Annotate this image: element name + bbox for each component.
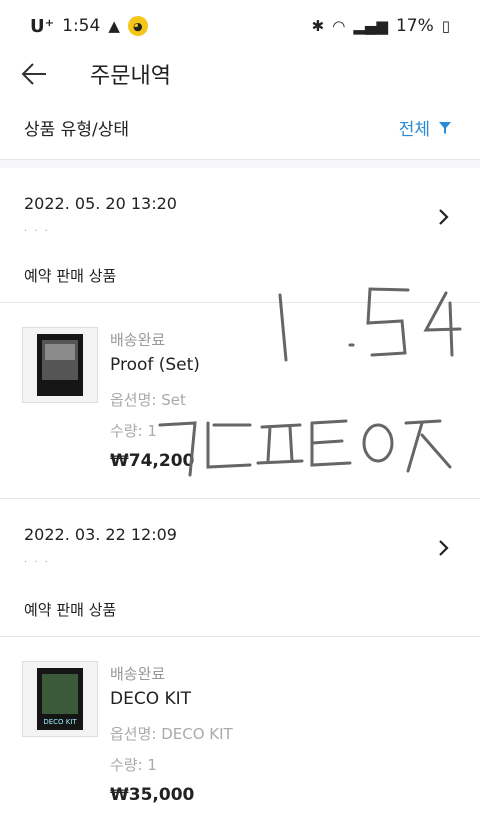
filter-label: 상품 유형/상태 [24,120,129,140]
order-item[interactable]: 배송완료 Proof (Set) 옵션명: Set 수량: 1 ₩74,200 [0,303,480,499]
filter-button[interactable]: 전체 [399,115,452,140]
page-title: 주문내역 [90,64,171,89]
clock: 1:54 [62,16,101,36]
section-gap [0,160,480,168]
battery-icon: ▯ [441,17,450,35]
bluetooth-icon: ✱ [311,17,325,35]
option-name: 옵션명: DECO KIT [110,725,233,743]
price: ₩35,000 [110,785,195,805]
chevron-right-icon[interactable] [438,539,450,557]
carrier-label: U⁺ [30,15,55,37]
product-thumbnail[interactable] [22,327,98,403]
order-header[interactable]: 2022. 03. 22 12:09 · · · [0,499,480,599]
funnel-icon [439,121,451,134]
battery-percent: 17% [395,16,434,36]
option-name: 옵션명: Set [110,391,186,409]
header: 주문내역 [0,52,480,96]
box-label: DECO KIT [43,718,77,726]
quantity: 수량: 1 [110,756,157,774]
item-info: 배송완료 Proof (Set) 옵션명: Set 수량: 1 ₩74,200 [110,329,200,471]
order-card: 2022. 05. 20 13:20 · · · 예약 판매 상품 배송완료 P… [0,168,480,499]
order-header[interactable]: 2022. 05. 20 13:20 · · · [0,168,480,265]
quantity: 수량: 1 [110,422,157,440]
wifi-icon: ◠ [332,17,346,35]
delivery-status: 배송완료 [110,665,166,683]
order-date: 2022. 03. 22 12:09 [24,525,177,544]
status-left: U⁺ 1:54 ▲ ◕ [30,16,148,37]
filter-bar: 상품 유형/상태 전체 [0,96,480,160]
order-type: 예약 판매 상품 [0,599,480,637]
back-arrow-icon[interactable] [20,60,48,88]
order-date: 2022. 05. 20 13:20 [24,194,177,213]
order-type: 예약 판매 상품 [0,265,480,303]
filter-value: 전체 [398,120,430,140]
price: ₩74,200 [110,451,195,471]
chevron-right-icon[interactable] [438,208,450,226]
emoji-icon: ◕ [127,16,148,36]
notification-icon: ▲ [108,17,120,35]
order-subtext: · · · [24,226,50,237]
order-item[interactable]: DECO KIT 배송완료 DECO KIT 옵션명: DECO KIT 수량:… [0,637,480,817]
status-right: ✱ ◠ ▂▄▆ 17% ▯ [312,16,450,36]
item-info: 배송완료 DECO KIT 옵션명: DECO KIT 수량: 1 ₩35,00… [110,663,233,805]
order-subtext: · · · [24,557,50,568]
product-thumbnail[interactable]: DECO KIT [22,661,98,737]
product-name: Proof (Set) [110,355,200,375]
delivery-status: 배송완료 [110,331,166,349]
signal-icon: ▂▄▆ [353,17,388,35]
order-card: 2022. 03. 22 12:09 · · · 예약 판매 상품 DECO K… [0,499,480,817]
status-bar: U⁺ 1:54 ▲ ◕ ✱ ◠ ▂▄▆ 17% ▯ [0,0,480,52]
product-name: DECO KIT [110,689,192,709]
